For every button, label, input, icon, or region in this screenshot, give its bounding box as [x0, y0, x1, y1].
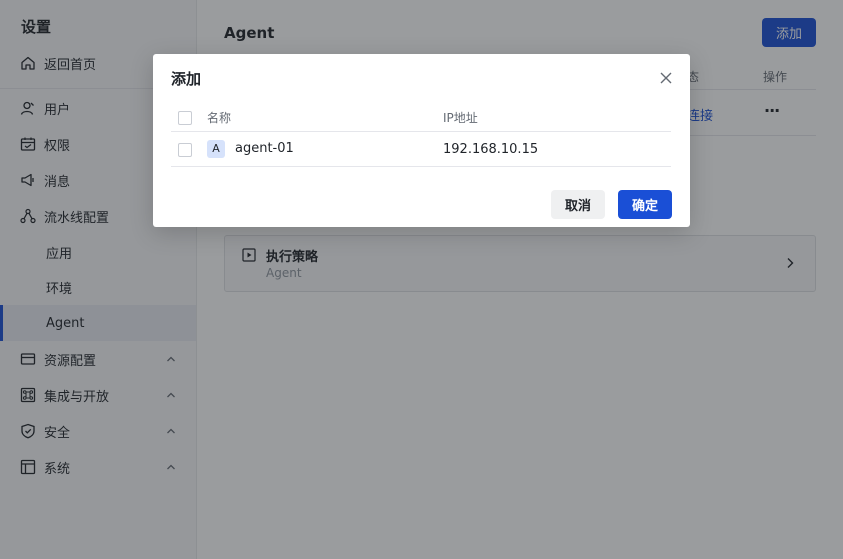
confirm-button[interactable]: 确定 [618, 190, 672, 219]
row-checkbox[interactable] [178, 143, 192, 157]
table-row[interactable]: A agent-01 192.168.10.15 [171, 132, 671, 167]
avatar: A [207, 140, 225, 158]
close-icon[interactable] [658, 70, 674, 86]
agent-name: agent-01 [235, 141, 294, 156]
add-agent-dialog: 添加 名称 IP地址 A agent-01 192.168.10.15 取消 确… [153, 54, 690, 227]
dialog-table-header: 名称 IP地址 [171, 102, 671, 132]
agent-ip: 192.168.10.15 [443, 142, 539, 157]
select-all-checkbox[interactable] [178, 111, 192, 125]
column-header-ip: IP地址 [443, 111, 478, 125]
dialog-title: 添加 [171, 70, 202, 88]
column-header-name: 名称 [207, 111, 232, 125]
cancel-button[interactable]: 取消 [551, 190, 605, 219]
